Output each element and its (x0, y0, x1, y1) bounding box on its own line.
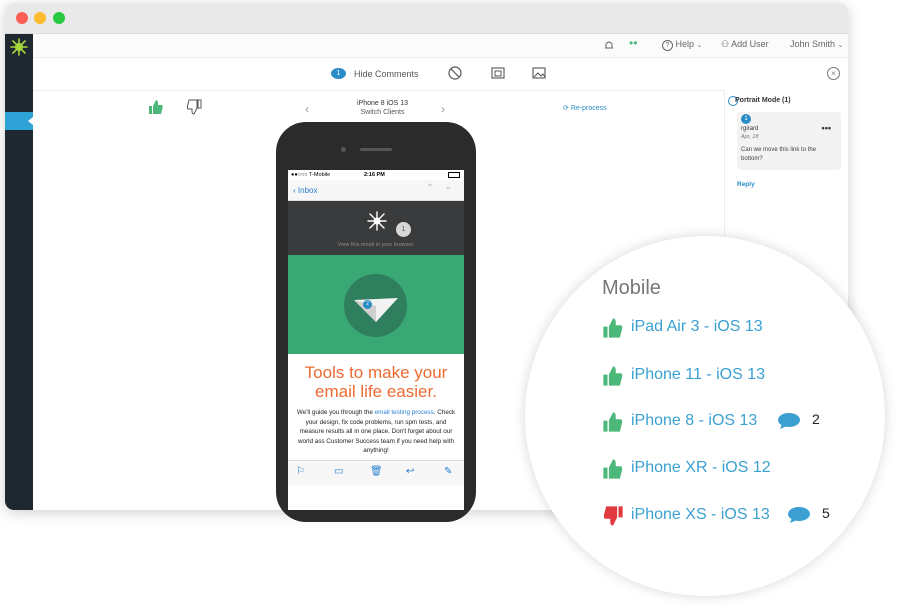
mobile-section-title: Mobile (602, 277, 661, 299)
paper-plane-icon (354, 298, 398, 322)
phone-mockup: ●●○○○ T-Mobile 2:16 PM ‹ Inbox ⌃ ⌄ 1 Vie… (276, 122, 476, 522)
close-icon[interactable]: × (827, 67, 840, 80)
add-user-button[interactable]: ⚇ Add User (721, 39, 769, 50)
thumbs-up-icon[interactable] (148, 99, 164, 115)
top-bar: •• ? Help ⌄ ⚇ Add User John Smith ⌄ (33, 34, 848, 58)
view-in-browser-link[interactable]: View this email in your browser. (288, 242, 464, 248)
phone-status-bar: ●●○○○ T-Mobile 2:16 PM (288, 170, 464, 180)
chevron-left-icon: ‹ (293, 186, 296, 195)
refresh-icon: ⟳ (563, 105, 569, 112)
mail-action-bar: ⚐ ▭ 🗑 ↩ ✎ (288, 460, 464, 485)
thumbs-up-icon[interactable] (601, 458, 625, 480)
inbox-back-button[interactable]: ‹ Inbox (293, 186, 317, 195)
chevron-down-icon[interactable]: ⌄ (444, 181, 452, 192)
mail-nav-bar: ‹ Inbox ⌃ ⌄ (288, 180, 464, 201)
comment-bubble-icon[interactable] (777, 412, 801, 430)
comment-text: Can we move this link to the bottom? (741, 147, 817, 162)
flag-icon[interactable]: ⚐ (296, 466, 305, 477)
toolbar: 1 Hide Comments × (33, 58, 848, 91)
email-testing-link[interactable]: email testing process (375, 409, 434, 416)
comment-bubble-icon[interactable] (787, 506, 811, 524)
battery-icon (448, 172, 460, 178)
reply-icon[interactable]: ↩ (406, 466, 414, 477)
chevron-down-icon: ⌄ (696, 42, 703, 49)
window-close-button[interactable] (16, 12, 28, 24)
layout-icon[interactable] (490, 65, 506, 81)
device-label[interactable]: iPhone 11 - iOS 13 (631, 366, 765, 384)
client-name: iPhone 8 iOS 13 (357, 100, 408, 107)
rotate-icon[interactable] (447, 65, 463, 81)
clock-label: 2:16 PM (364, 172, 385, 178)
reply-link[interactable]: Reply (737, 181, 755, 188)
comment-bubble-icon[interactable]: 1 (331, 68, 346, 79)
comments-panel-title: Portrait Mode (1) (735, 97, 791, 104)
comment-count: 2 (812, 411, 820, 427)
logo-icon[interactable] (8, 36, 30, 58)
help-icon: ? (662, 40, 673, 51)
window-maximize-button[interactable] (53, 12, 65, 24)
hide-comments-button[interactable]: Hide Comments (354, 69, 419, 79)
compose-icon[interactable]: ✎ (444, 466, 452, 477)
next-client-button[interactable]: › (441, 102, 445, 116)
logo-icon (367, 211, 387, 231)
email-header: 1 View this email in your browser. (288, 201, 464, 255)
comment-count: 5 (822, 505, 830, 521)
chevron-down-icon: ⌄ (837, 42, 844, 49)
reprocess-button[interactable]: ⟳ Re-process (563, 104, 607, 112)
chevron-up-icon[interactable]: ⌃ (426, 183, 434, 194)
comment-author: rgirard (741, 126, 759, 132)
comment-date: Apr, 18 (741, 134, 759, 140)
thumbs-up-icon[interactable] (601, 365, 625, 387)
thumbs-down-icon[interactable] (186, 99, 202, 115)
email-preview: ●●○○○ T-Mobile 2:16 PM ‹ Inbox ⌃ ⌄ 1 Vie… (288, 170, 464, 510)
comment-card[interactable]: 1 rgirard Apr, 18 ••• Can we move this l… (737, 112, 841, 170)
folder-icon[interactable]: ▭ (334, 466, 343, 477)
title-bar (5, 3, 848, 34)
device-label[interactable]: iPhone XS - iOS 13 (631, 506, 770, 524)
carrier-label: ●●○○○ T-Mobile (291, 172, 331, 178)
thumbs-down-icon[interactable] (601, 505, 625, 527)
email-body: We'll guide you through the email testin… (296, 409, 456, 454)
thumbs-up-icon[interactable] (601, 411, 625, 433)
comment-pin-badge[interactable]: 1 (396, 222, 411, 237)
sidebar (5, 34, 33, 510)
sidebar-item-active[interactable] (5, 112, 33, 130)
comment-number-badge: 1 (741, 114, 751, 124)
window-minimize-button[interactable] (34, 12, 46, 24)
device-label[interactable]: iPhone XR - iOS 12 (631, 459, 771, 477)
help-menu[interactable]: ? Help ⌄ (662, 39, 702, 51)
phone-camera-icon (341, 147, 346, 152)
phone-speaker-icon (360, 148, 392, 151)
device-label[interactable]: iPhone 8 - iOS 13 (631, 412, 757, 430)
image-icon[interactable] (531, 65, 547, 81)
comment-pin-badge[interactable]: 2 (363, 300, 372, 309)
email-headline: Tools to make your email life easier. (304, 363, 448, 401)
thumbs-up-icon[interactable] (601, 317, 625, 339)
user-menu[interactable]: John Smith ⌄ (790, 39, 843, 49)
status-dots-icon: •• (629, 36, 638, 50)
previous-client-button[interactable]: ‹ (305, 102, 309, 116)
switch-clients-link[interactable]: Switch Clients (335, 109, 430, 116)
alarm-icon[interactable] (603, 39, 615, 51)
more-options-icon[interactable]: ••• (822, 123, 831, 133)
device-label[interactable]: iPad Air 3 - iOS 13 (631, 318, 763, 336)
email-hero: 2 (288, 255, 464, 354)
add-user-icon: ⚇ (721, 39, 730, 49)
trash-icon[interactable]: 🗑 (370, 466, 383, 477)
